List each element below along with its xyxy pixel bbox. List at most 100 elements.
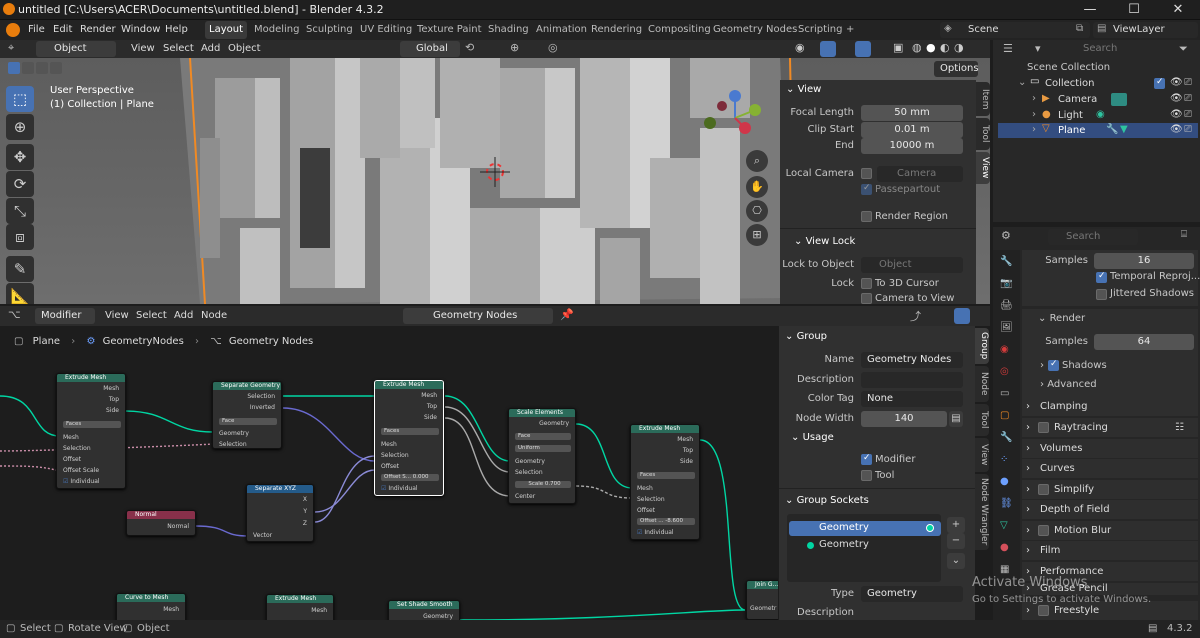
- tab-node[interactable]: Node: [975, 366, 989, 402]
- viewport-menu-view[interactable]: View: [128, 41, 158, 57]
- expand-arrow-icon[interactable]: ›: [1032, 109, 1036, 120]
- tab-node-wrangler[interactable]: Node Wrangler: [975, 474, 989, 550]
- properties-search-input[interactable]: Search: [1048, 229, 1138, 245]
- proportional-editing-icon[interactable]: ◎: [548, 41, 558, 54]
- outliner-row-light[interactable]: › ● Light ◉ 👁 ⎚: [998, 108, 1198, 123]
- light-data-icon[interactable]: ◉: [1096, 109, 1105, 120]
- shadows-expand-icon[interactable]: ›: [1040, 360, 1044, 371]
- group-sockets-title[interactable]: ⌄ Group Sockets: [785, 495, 869, 506]
- render-camera-icon[interactable]: ⎚: [1184, 93, 1192, 104]
- section-raytracing[interactable]: › Raytracing ☷: [1022, 418, 1198, 437]
- node-menu-node[interactable]: Node: [198, 308, 230, 324]
- scene-selector[interactable]: ◈ Scene ⧉: [940, 22, 1090, 38]
- add-socket-button[interactable]: +: [947, 517, 965, 533]
- temporal-reprojection-checkbox[interactable]: [1096, 271, 1107, 283]
- menu-edit[interactable]: Edit: [50, 22, 75, 38]
- offset-scale-field[interactable]: Offset S... 0.000: [381, 474, 439, 481]
- group-name-field[interactable]: Geometry Nodes: [861, 352, 963, 368]
- mode-dropdown[interactable]: Faces: [637, 472, 695, 479]
- move-tool-icon[interactable]: ✥: [6, 144, 34, 170]
- expand-arrow-icon[interactable]: ›: [1032, 124, 1036, 135]
- pan-icon[interactable]: ✋: [746, 176, 768, 198]
- domain-dropdown[interactable]: Face: [515, 433, 571, 440]
- render-tab-icon[interactable]: 📷: [1000, 278, 1012, 289]
- group-description-field[interactable]: [861, 372, 963, 388]
- object-tab-icon[interactable]: ▢: [1000, 410, 1009, 421]
- socket-menu-icon[interactable]: ⌄: [947, 553, 965, 569]
- outliner-search-input[interactable]: Search: [1065, 41, 1170, 57]
- annotate-tool-icon[interactable]: ✎: [6, 256, 34, 282]
- node-editor-type-icon[interactable]: ⌥: [8, 308, 21, 321]
- display-mode-icon[interactable]: ▾: [1035, 42, 1041, 55]
- camera-data-icon[interactable]: [1111, 93, 1127, 106]
- modifier-wrench-icon[interactable]: 🔧: [1106, 124, 1118, 135]
- node-set-shade-smooth[interactable]: Set Shade Smooth Geometry: [388, 600, 460, 620]
- node-editor-canvas[interactable]: ▢ Plane › ⚙ GeometryNodes › ⌥ Geometry N…: [0, 326, 778, 620]
- measure-tool-icon[interactable]: 📐: [6, 283, 34, 304]
- shadows-checkbox[interactable]: [1048, 359, 1059, 371]
- geometry-node-editor-dropdown[interactable]: Modifier: [35, 308, 95, 324]
- wireframe-shading-icon[interactable]: ◍: [912, 41, 922, 54]
- tab-compositing[interactable]: Compositing: [644, 21, 715, 39]
- scale-tool-icon[interactable]: ⤡: [6, 198, 34, 224]
- modifier-usage-checkbox[interactable]: [861, 453, 872, 465]
- viewport-menu-add[interactable]: Add: [198, 41, 223, 57]
- select-invert-icon[interactable]: [50, 62, 62, 74]
- pin-icon[interactable]: 📌: [560, 308, 574, 321]
- output-tab-icon[interactable]: 🖨: [1000, 300, 1013, 311]
- tab-node-tool[interactable]: Tool: [975, 404, 989, 436]
- node-join-geometry[interactable]: Join G... Geometr: [746, 580, 778, 620]
- advanced-panel[interactable]: › Advanced: [1040, 379, 1097, 390]
- tab-rendering[interactable]: Rendering: [587, 21, 646, 39]
- viewport-samples-field[interactable]: 16: [1094, 253, 1194, 269]
- jittered-shadows-checkbox[interactable]: [1096, 289, 1107, 300]
- snap-icon[interactable]: ⊕: [510, 41, 519, 54]
- orientation-dropdown[interactable]: Global: [400, 41, 460, 57]
- section-depth-of-field[interactable]: › Depth of Field: [1022, 500, 1198, 519]
- editor-type-icon[interactable]: ⌖: [8, 41, 14, 55]
- render-camera-icon[interactable]: ⎚: [1184, 124, 1192, 135]
- mode-dropdown[interactable]: Object Mode: [36, 41, 116, 70]
- render-section-title[interactable]: ⌄ Render: [1038, 313, 1085, 324]
- blender-menu-icon[interactable]: [6, 23, 20, 37]
- view-layer-tab-icon[interactable]: 🖼: [1000, 322, 1013, 333]
- options-dropdown[interactable]: Options: [934, 61, 979, 77]
- material-tab-icon[interactable]: ●: [1000, 542, 1009, 553]
- constraints-tab-icon[interactable]: ⛓: [1000, 498, 1013, 509]
- tab-view[interactable]: View: [976, 152, 990, 184]
- local-camera-field[interactable]: Camera: [877, 166, 963, 182]
- socket-input-geometry[interactable]: Geometry: [789, 538, 941, 553]
- socket-output-geometry[interactable]: Geometry: [789, 521, 941, 536]
- texture-tab-icon[interactable]: ▦: [1000, 564, 1009, 575]
- list-icon[interactable]: ☷: [1175, 418, 1184, 437]
- freestyle-checkbox[interactable]: [1038, 605, 1049, 616]
- visibility-eye-icon[interactable]: 👁: [1170, 77, 1183, 88]
- node-menu-add[interactable]: Add: [171, 308, 196, 324]
- select-extend-icon[interactable]: [22, 62, 34, 74]
- usage-panel-title[interactable]: ⌄ Usage: [791, 432, 834, 443]
- pin-icon[interactable]: ⌸: [1181, 229, 1187, 240]
- domain-dropdown[interactable]: Face: [219, 418, 277, 425]
- material-shading-icon[interactable]: ◐: [940, 41, 950, 54]
- socket-type-dropdown[interactable]: Geometry: [861, 586, 963, 602]
- ortho-toggle-icon[interactable]: ⊞: [746, 224, 768, 246]
- scene-collection-label[interactable]: Scene Collection: [1027, 62, 1110, 73]
- overlay-toggle-icon[interactable]: [855, 41, 871, 57]
- select-new-icon[interactable]: [8, 62, 20, 74]
- section-volumes[interactable]: › Volumes: [1022, 439, 1198, 458]
- lock-object-field[interactable]: Object: [861, 257, 963, 273]
- tab-tool[interactable]: Tool: [976, 118, 990, 150]
- remove-socket-button[interactable]: −: [947, 533, 965, 549]
- clip-end-field[interactable]: 10000 m: [861, 138, 963, 154]
- tab-geometry-nodes[interactable]: Geometry Nodes: [709, 21, 801, 39]
- transform-tool-icon[interactable]: ⧈: [6, 224, 34, 250]
- mode-dropdown[interactable]: Faces: [381, 428, 439, 435]
- world-tab-icon[interactable]: ◎: [1000, 366, 1009, 377]
- tab-scripting[interactable]: Scripting: [794, 21, 846, 39]
- viewport-menu-object[interactable]: Object: [225, 41, 264, 57]
- section-simplify[interactable]: › Simplify: [1022, 480, 1198, 499]
- node-normal[interactable]: Normal Normal: [126, 510, 196, 536]
- section-film[interactable]: › Film: [1022, 541, 1198, 560]
- render-camera-icon[interactable]: ⎚: [1184, 77, 1192, 88]
- expand-arrow-icon[interactable]: ›: [1032, 93, 1036, 104]
